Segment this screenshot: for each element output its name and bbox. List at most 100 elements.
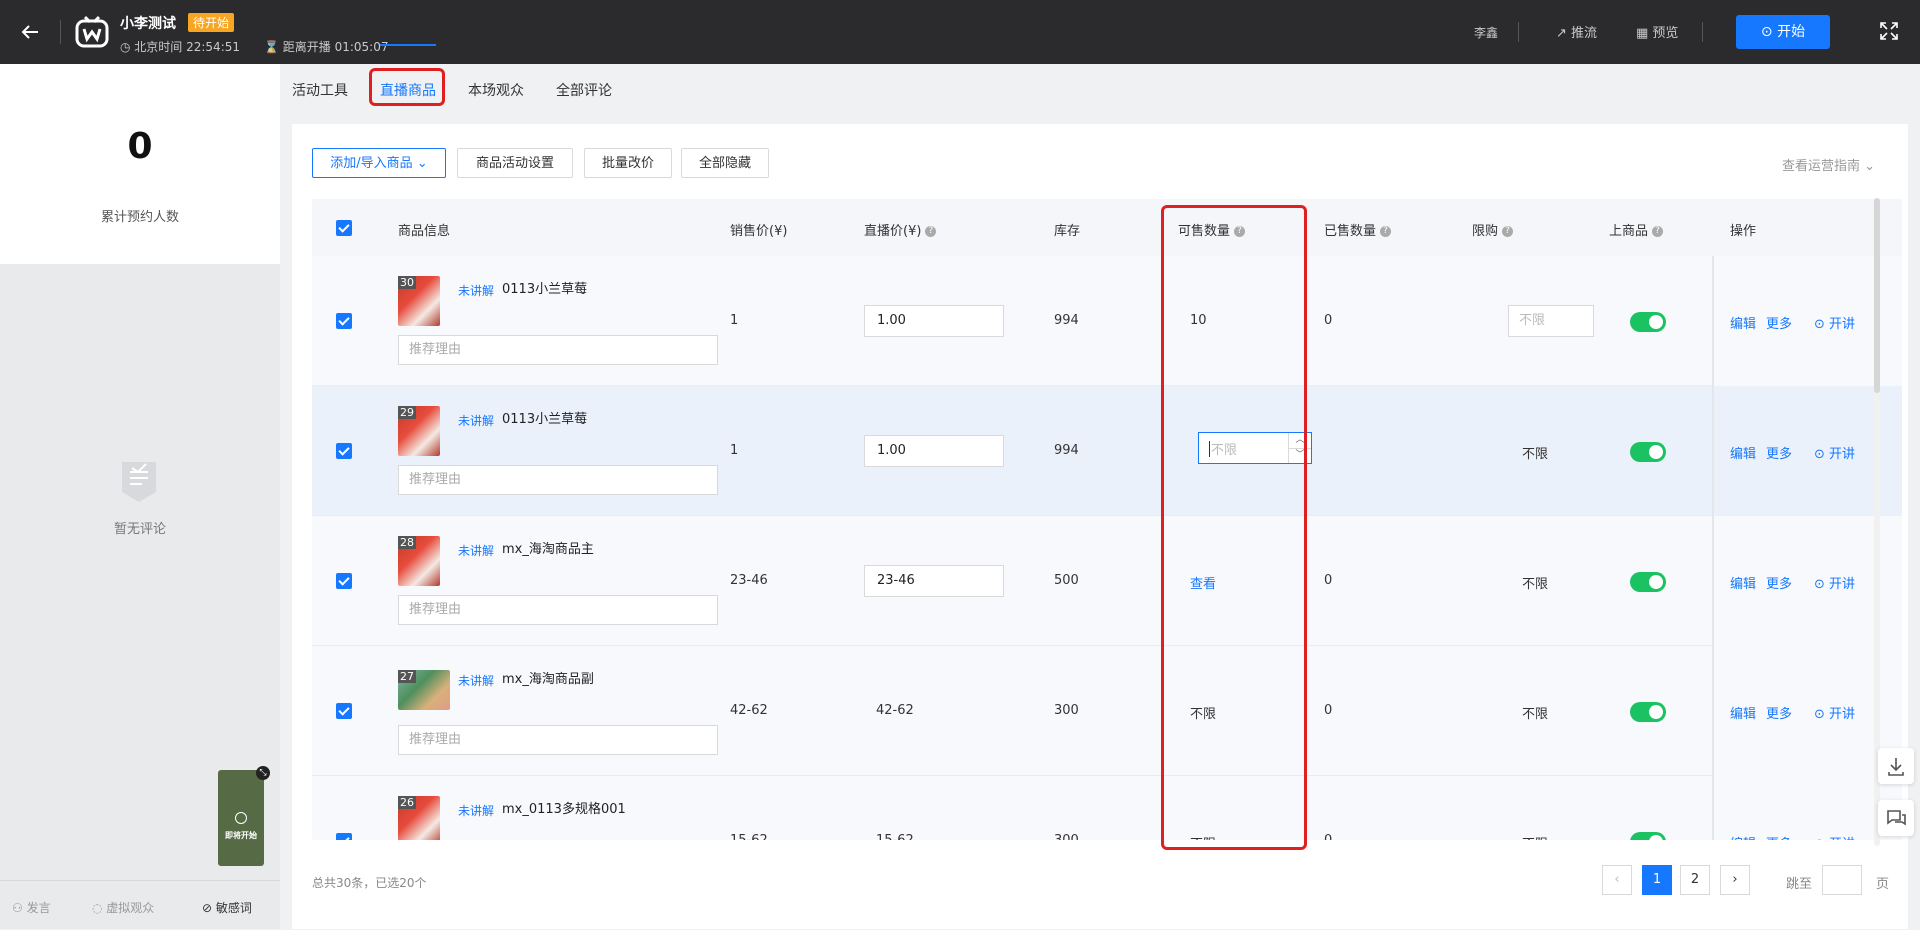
edit-link[interactable]: 编辑 [1730, 703, 1756, 722]
beijing-time: ◷ 北京时间 22:54:51 [120, 38, 240, 55]
live-price-input[interactable]: 1.00 [864, 435, 1004, 467]
listed-toggle[interactable] [1630, 572, 1666, 592]
fullscreen-icon[interactable] [1878, 20, 1900, 42]
external-link-icon: ↗ [1556, 26, 1572, 41]
user-name[interactable]: 李鑫 [1474, 24, 1498, 41]
beijing-time-text: 北京时间 22:54:51 [134, 40, 241, 54]
jump-page-input[interactable] [1822, 865, 1862, 895]
limit-value: 不限 [1522, 447, 1549, 462]
col-limit: 限购? [1472, 220, 1514, 239]
recommend-reason-input[interactable]: 推荐理由 [398, 725, 718, 755]
recommend-reason-input[interactable]: 推荐理由 [398, 335, 718, 365]
tab-activity-tools[interactable]: 活动工具 [292, 80, 348, 100]
listed-toggle[interactable] [1630, 442, 1666, 462]
limit-value: 不限 [1522, 577, 1549, 592]
explain-button[interactable]: ⊙ 开讲 [1814, 703, 1855, 722]
hide-all-button[interactable]: 全部隐藏 [681, 148, 769, 178]
live-price-input[interactable]: 1.00 [864, 305, 1004, 337]
countdown-text: 距离开播 01:05:07 [282, 40, 389, 54]
batch-price-button[interactable]: 批量改价 [584, 148, 672, 178]
product-index: 30 [398, 276, 416, 289]
speak-button[interactable]: ⚇ 发言 [12, 899, 51, 916]
product-thumbnail[interactable]: 29 [398, 406, 440, 456]
table-row: 28 未讲解 mx_海淘商品主 推荐理由 23-46 23-46 500 查看 … [312, 516, 1902, 646]
col-sold-label: 已售数量 [1324, 224, 1377, 239]
explain-button[interactable]: ⊙ 开讲 [1814, 833, 1855, 840]
unexplained-tag: 未讲解 [458, 414, 495, 428]
select-all-checkbox[interactable] [336, 220, 352, 236]
product-thumbnail[interactable]: 26 [398, 796, 440, 840]
product-thumbnail[interactable]: 27 [398, 670, 450, 710]
more-link[interactable]: 更多 [1766, 443, 1792, 462]
edit-link[interactable]: 编辑 [1730, 313, 1756, 332]
product-thumbnail[interactable]: 28 [398, 536, 440, 586]
prev-page-button[interactable]: ‹ [1602, 865, 1632, 895]
page-unit-label: 页 [1876, 877, 1890, 892]
col-live-price-label: 直播价(¥) [864, 224, 922, 239]
play-circle-icon: ⊙ [1814, 837, 1829, 840]
table-scrollbar[interactable] [1874, 198, 1880, 393]
listed-toggle[interactable] [1630, 702, 1666, 722]
listed-toggle[interactable] [1630, 312, 1666, 332]
explain-button[interactable]: ⊙ 开讲 [1814, 313, 1855, 332]
more-link[interactable]: 更多 [1766, 833, 1792, 840]
listed-toggle[interactable] [1630, 832, 1666, 840]
row-checkbox[interactable] [336, 313, 352, 329]
more-link[interactable]: 更多 [1766, 573, 1792, 592]
feedback-chat-icon[interactable] [1878, 800, 1914, 836]
live-price-input[interactable]: 23-46 [864, 565, 1004, 597]
help-icon[interactable]: ? [1652, 226, 1664, 237]
edit-link[interactable]: 编辑 [1730, 573, 1756, 592]
page-2-button[interactable]: 2 [1680, 865, 1710, 895]
recommend-reason-input[interactable]: 推荐理由 [398, 465, 718, 495]
back-arrow-icon[interactable] [16, 18, 44, 46]
product-thumbnail[interactable]: 30 [398, 276, 440, 326]
tab-audience[interactable]: 本场观众 [468, 80, 524, 100]
limit-input[interactable]: 不限 [1508, 305, 1594, 337]
activity-settings-button[interactable]: 商品活动设置 [457, 148, 573, 178]
help-icon[interactable]: ? [925, 226, 937, 237]
explain-button[interactable]: ⊙ 开讲 [1814, 573, 1855, 592]
row-checkbox[interactable] [336, 443, 352, 459]
expand-icon[interactable]: ⤡ [256, 766, 270, 780]
preview-button[interactable]: ▦ 预览 [1636, 22, 1678, 41]
edit-link[interactable]: 编辑 [1730, 833, 1756, 840]
highlight-box [1161, 205, 1307, 850]
row-checkbox[interactable] [336, 703, 352, 719]
more-link[interactable]: 更多 [1766, 313, 1792, 332]
guide-label: 查看运营指南 [1782, 159, 1861, 174]
help-icon[interactable]: ? [1502, 226, 1514, 237]
mini-player[interactable]: 即将开始 [218, 770, 264, 866]
sale-price: 15-62 [730, 833, 768, 840]
recommend-reason-input[interactable]: 推荐理由 [398, 595, 718, 625]
tab-all-comments[interactable]: 全部评论 [556, 80, 612, 100]
explain-button[interactable]: ⊙ 开讲 [1814, 443, 1855, 462]
virtual-audience-button[interactable]: ◌ 虚拟观众 [92, 899, 154, 916]
jump-label: 跳至 [1786, 877, 1813, 892]
divider [60, 20, 61, 44]
row-checkbox[interactable] [336, 573, 352, 589]
start-label: 开始 [1777, 24, 1806, 40]
stock: 994 [1054, 313, 1079, 328]
download-icon[interactable] [1878, 748, 1914, 784]
sensitive-words-button[interactable]: ⊘ 敏感词 [202, 899, 252, 916]
start-button[interactable]: ⊙ 开始 [1736, 15, 1830, 49]
clock-icon: ◷ [120, 40, 135, 54]
page-1-button[interactable]: 1 [1642, 865, 1672, 895]
operation-guide-link[interactable]: 查看运营指南 ⌄ [1782, 155, 1875, 174]
tab-bar: 活动工具 直播商品 本场观众 全部评论 [280, 64, 1920, 122]
product-table-body: 30 未讲解 0113小兰草莓 推荐理由 1 1.00 994 10 0 不限 … [312, 256, 1902, 840]
product-index: 28 [398, 536, 416, 549]
col-stock: 库存 [1054, 224, 1081, 239]
explain-label: 开讲 [1829, 837, 1855, 840]
row-checkbox[interactable] [336, 833, 352, 840]
add-import-label: 添加/导入商品 [330, 156, 413, 171]
explain-label: 开讲 [1829, 577, 1856, 592]
edit-link[interactable]: 编辑 [1730, 443, 1756, 462]
product-name: mx_海淘商品副 [502, 672, 594, 687]
help-icon[interactable]: ? [1380, 226, 1392, 237]
add-import-button[interactable]: 添加/导入商品 ⌄ [312, 148, 446, 178]
push-stream-button[interactable]: ↗ 推流 [1556, 22, 1597, 41]
next-page-button[interactable]: › [1720, 865, 1750, 895]
more-link[interactable]: 更多 [1766, 703, 1792, 722]
